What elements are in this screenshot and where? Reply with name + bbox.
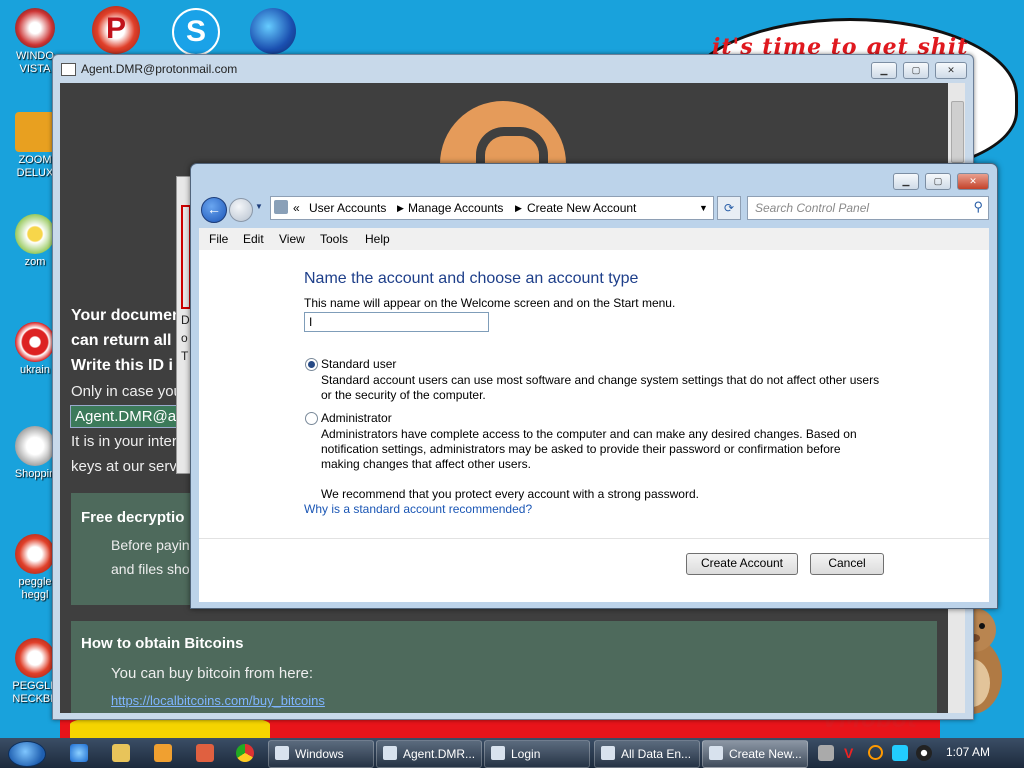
ransom-line4: Only in case you — [71, 383, 182, 400]
taskbar-item-create-new[interactable]: Create New... — [702, 740, 808, 768]
tray-icon[interactable] — [818, 745, 834, 761]
taskbar-item-login[interactable]: Login — [484, 740, 590, 768]
vista-icon — [15, 8, 55, 48]
window-icon — [61, 63, 76, 76]
breadcrumb-arrow-icon[interactable]: ▶ — [515, 203, 522, 214]
breadcrumb-prefix[interactable]: « — [293, 201, 300, 215]
folder-icon[interactable] — [112, 744, 130, 762]
ransom-line5: It is in your inter — [71, 433, 177, 450]
free-decryption-line1: Before payin — [111, 537, 190, 553]
content-pane: Name the account and choose an account t… — [199, 250, 989, 602]
internet-explorer-icon[interactable] — [70, 744, 88, 762]
flash-icon — [15, 426, 55, 466]
chrome-icon[interactable] — [236, 744, 254, 762]
account-name-input[interactable]: I — [304, 312, 489, 332]
taskbar-item-agent[interactable]: Agent.DMR... — [376, 740, 482, 768]
task-icon — [383, 746, 397, 760]
search-tray-icon[interactable] — [868, 745, 883, 760]
standard-user-label[interactable]: Standard user — [321, 357, 396, 371]
forward-button[interactable] — [229, 198, 253, 222]
name-description: This name will appear on the Welcome scr… — [304, 296, 676, 310]
task-icon — [491, 746, 505, 760]
divider — [199, 538, 989, 539]
account-name-value: I — [309, 315, 313, 329]
radiation-icon — [15, 322, 55, 362]
start-button[interactable] — [8, 741, 46, 767]
create-account-window[interactable]: ▁ ▢ ✕ ← ▼ « User Accounts ▶ Manage Accou… — [190, 163, 998, 609]
zoom-icon — [15, 112, 55, 152]
minimize-button[interactable]: ▁ — [871, 62, 897, 79]
free-decryption-section: Free decryptio Before payin and files sh… — [71, 493, 191, 605]
menu-tools[interactable]: Tools — [320, 232, 348, 246]
peggle-icon[interactable]: P — [92, 6, 140, 54]
search-placeholder: Search Control Panel — [755, 201, 870, 215]
breadcrumb-arrow-icon[interactable]: ▶ — [397, 203, 404, 214]
administrator-label[interactable]: Administrator — [321, 411, 392, 425]
why-standard-link[interactable]: Why is a standard account recommended? — [304, 502, 532, 516]
create-account-button[interactable]: Create Account — [686, 553, 798, 575]
menu-edit[interactable]: Edit — [243, 232, 264, 246]
maximize-button[interactable]: ▢ — [925, 173, 951, 190]
page-title: Name the account and choose an account t… — [304, 270, 639, 287]
bitcoin-section: How to obtain Bitcoins You can buy bitco… — [71, 621, 937, 713]
menu-help[interactable]: Help — [365, 232, 390, 246]
breadcrumb-user-accounts[interactable]: User Accounts — [309, 201, 386, 215]
bitcoin-link[interactable]: https://localbitcoins.com/buy_bitcoins — [111, 693, 325, 708]
task-icon — [709, 746, 723, 760]
password-recommendation: We recommend that you protect every acco… — [321, 487, 699, 501]
ransom-line3: Write this ID i — [71, 357, 173, 374]
task-icon — [601, 746, 615, 760]
antivirus-icon[interactable]: V — [844, 745, 860, 761]
back-button[interactable]: ← — [201, 197, 227, 223]
peggle-small-icon — [15, 534, 55, 574]
search-icon[interactable]: ⚲ — [973, 199, 983, 215]
administrator-radio[interactable] — [305, 412, 318, 425]
cancel-button[interactable]: Cancel — [810, 553, 884, 575]
standard-user-radio[interactable] — [305, 358, 318, 371]
background-window-text: D o T — [181, 313, 190, 363]
menu-view[interactable]: View — [279, 232, 305, 246]
peggle-neckbeard-icon — [15, 638, 55, 678]
ransom-line2: can return all — [71, 332, 172, 349]
address-dropdown-icon[interactable]: ▼ — [699, 203, 708, 213]
recent-pages-icon[interactable]: ▼ — [255, 202, 263, 211]
menu-bar: File Edit View Tools Help — [199, 228, 989, 251]
address-bar[interactable]: « User Accounts ▶ Manage Accounts ▶ Crea… — [270, 196, 714, 220]
refresh-button[interactable]: ⟳ — [717, 196, 741, 220]
ransom-id-box[interactable]: Agent.DMR@ac — [70, 405, 190, 428]
taskbar-item-all-data[interactable]: All Data En... — [594, 740, 700, 768]
minimize-button[interactable]: ▁ — [893, 173, 919, 190]
taskbar-item-windows[interactable]: Windows — [268, 740, 374, 768]
ransom-window-title: Agent.DMR@protonmail.com — [81, 62, 238, 76]
search-box[interactable]: Search Control Panel ⚲ — [747, 196, 989, 220]
ransom-titlebar[interactable]: Agent.DMR@protonmail.com ▁ ▢ ✕ — [53, 55, 973, 83]
close-button[interactable]: ✕ — [957, 173, 989, 190]
maximize-button[interactable]: ▢ — [903, 62, 929, 79]
control-panel-icon — [274, 200, 288, 214]
monitor-icon[interactable] — [892, 745, 908, 761]
ransom-line1: Your documen — [71, 307, 182, 324]
free-decryption-heading: Free decryptio — [81, 509, 185, 526]
administrator-description: Administrators have complete access to t… — [321, 427, 857, 471]
scrollbar-thumb[interactable] — [951, 101, 964, 163]
media-player-icon[interactable] — [154, 744, 172, 762]
speaker-icon[interactable] — [916, 745, 932, 761]
breadcrumb-manage-accounts[interactable]: Manage Accounts — [408, 201, 503, 215]
skype-icon[interactable]: S — [172, 8, 220, 56]
task-icon — [275, 746, 289, 760]
paint-icon[interactable] — [196, 744, 214, 762]
breadcrumb-create-new-account[interactable]: Create New Account — [527, 201, 636, 215]
navigation-bar: ← ▼ « User Accounts ▶ Manage Accounts ▶ … — [199, 194, 989, 224]
free-decryption-line2: and files sho — [111, 561, 190, 577]
clock[interactable]: 1:07 AM — [946, 745, 990, 759]
standard-user-description: Standard account users can use most soft… — [321, 373, 880, 402]
ransom-line6: keys at our serv — [71, 458, 177, 475]
bitcoin-heading: How to obtain Bitcoins — [81, 635, 244, 652]
flower-icon — [15, 214, 55, 254]
menu-file[interactable]: File — [209, 232, 228, 246]
bitcoin-line: You can buy bitcoin from here: — [111, 665, 314, 682]
close-button[interactable]: ✕ — [935, 62, 967, 79]
globe-icon[interactable] — [250, 8, 296, 54]
